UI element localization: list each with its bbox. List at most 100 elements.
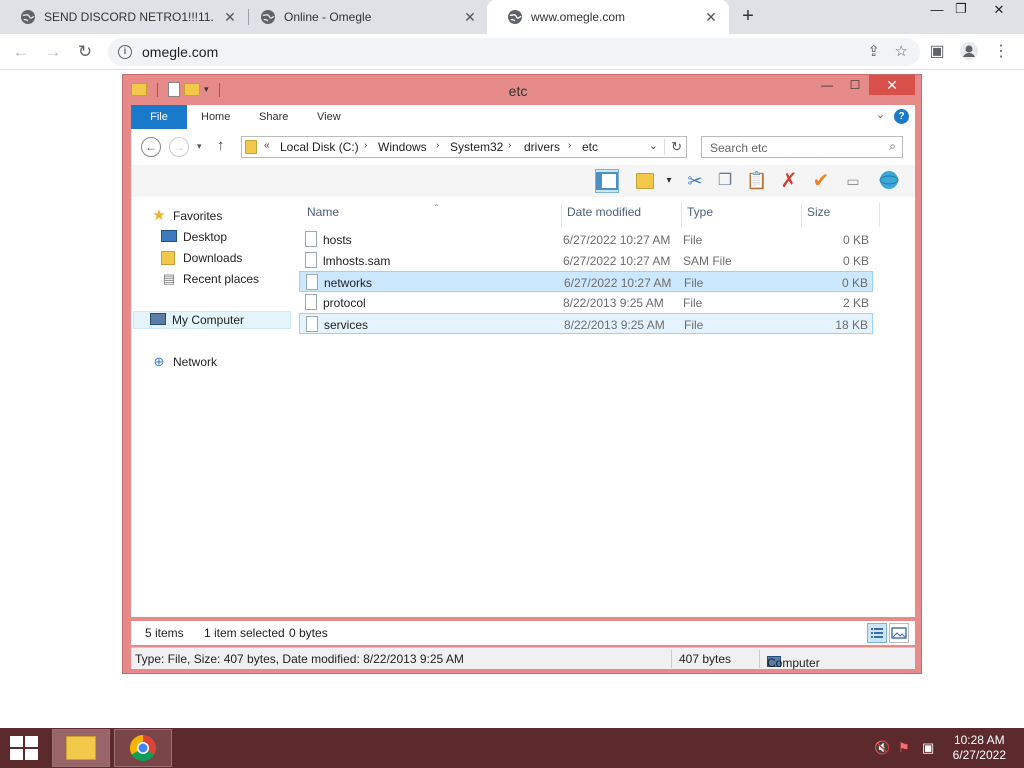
explorer-content: ★ Favorites Desktop Downloads ▤ Recent p…	[131, 197, 915, 617]
menu-kebab-icon[interactable]: ⋮	[990, 41, 1012, 63]
large-icons-view-button[interactable]	[889, 623, 909, 643]
file-size: 0 KB	[842, 254, 869, 268]
search-icon[interactable]: ⌕	[889, 139, 896, 154]
column-divider[interactable]	[879, 203, 880, 227]
globe-icon[interactable]	[877, 169, 901, 193]
file-row-selected[interactable]: networks 6/27/2022 10:27 AM File 0 KB	[299, 271, 873, 292]
taskbar-file-explorer[interactable]	[52, 729, 110, 767]
breadcrumb-drivers[interactable]: drivers	[524, 140, 560, 154]
up-arrow-icon[interactable]: ↑	[217, 137, 225, 154]
back-icon[interactable]: ←	[141, 137, 161, 157]
back-arrow-icon[interactable]: ←	[10, 41, 32, 63]
explorer-address-bar[interactable]: « Local Disk (C:) › Windows › System32 ›…	[241, 136, 687, 158]
tab-file[interactable]: File	[131, 105, 187, 129]
help-icon[interactable]: ?	[894, 109, 909, 124]
chevron-right-icon[interactable]: ›	[508, 140, 511, 151]
paste-clipboard-icon[interactable]: 📋	[745, 169, 769, 193]
copy-icon[interactable]: ❐	[713, 169, 737, 193]
details-view-button[interactable]	[867, 623, 887, 643]
file-date: 6/27/2022 10:27 AM	[564, 276, 672, 290]
browser-tab-omegle[interactable]: Online - Omegle ✕	[240, 0, 488, 34]
side-panel-icon[interactable]: ▣	[926, 41, 948, 63]
search-box[interactable]: Search etc ⌕	[701, 136, 903, 158]
taskbar-chrome[interactable]	[114, 729, 172, 767]
expand-ribbon-icon[interactable]: ⌄	[876, 108, 885, 121]
file-row[interactable]: hosts 6/27/2022 10:27 AM File 0 KB	[299, 229, 873, 250]
forward-arrow-icon[interactable]: →	[42, 41, 64, 63]
new-tab-button[interactable]: +	[738, 6, 758, 26]
file-row[interactable]: protocol 8/22/2013 9:25 AM File 2 KB	[299, 292, 873, 313]
maximize-icon[interactable]: ☐	[841, 75, 869, 95]
site-info-icon[interactable]: i	[118, 45, 132, 59]
recent-locations-icon[interactable]: ▾	[197, 141, 202, 152]
file-row[interactable]: lmhosts.sam 6/27/2022 10:27 AM SAM File …	[299, 250, 873, 271]
column-size[interactable]: Size	[807, 205, 830, 225]
recent-places-icon: ▤	[162, 271, 176, 286]
address-dropdown-icon[interactable]: ⌄	[649, 139, 658, 152]
bookmark-star-icon[interactable]: ☆	[895, 42, 908, 60]
nav-downloads[interactable]: Downloads	[161, 249, 242, 267]
nav-recent-places[interactable]: ▤ Recent places	[161, 270, 259, 288]
reload-icon[interactable]: ↻	[74, 41, 96, 63]
tab-title: SEND DISCORD NETRO1!!!11.png	[44, 10, 214, 24]
share-icon[interactable]: ⇪	[867, 42, 880, 60]
tab-title: www.omegle.com	[531, 10, 626, 24]
forward-icon[interactable]: →	[169, 137, 189, 157]
file-explorer-window: ▾ etc — ☐ ✕ File Home Share View ⌄ ? ← →…	[122, 74, 922, 674]
column-date-modified[interactable]: Date modified	[567, 205, 641, 225]
cut-scissors-icon[interactable]: ✂	[683, 169, 707, 193]
browser-tab-omegle-active[interactable]: www.omegle.com ✕	[487, 0, 729, 34]
restore-icon[interactable]: ❐	[946, 1, 976, 21]
rename-icon[interactable]: ▭	[841, 169, 865, 193]
globe-icon	[261, 10, 275, 24]
tab-view[interactable]: View	[303, 105, 355, 129]
close-icon[interactable]: ✕	[869, 75, 915, 95]
chevron-right-icon[interactable]: ›	[436, 140, 439, 151]
status-divider	[759, 650, 760, 668]
folder-check-icon	[636, 173, 654, 189]
address-bar[interactable]: i omegle.com ⇪ ☆	[108, 38, 920, 66]
breadcrumb-overflow[interactable]: «	[264, 140, 270, 151]
file-type: File	[683, 296, 703, 310]
breadcrumb-local-disk[interactable]: Local Disk (C:)	[280, 140, 359, 154]
minimize-icon[interactable]: —	[813, 75, 841, 95]
network-tray-icon[interactable]: ▣	[922, 740, 934, 756]
navigation-pane: ★ Favorites Desktop Downloads ▤ Recent p…	[131, 197, 293, 617]
tab-share[interactable]: Share	[245, 105, 302, 129]
nav-desktop[interactable]: Desktop	[161, 228, 227, 246]
breadcrumb-etc[interactable]: etc	[582, 140, 598, 154]
open-folder-button[interactable]	[633, 169, 657, 193]
volume-muted-icon[interactable]: 🔇	[874, 740, 890, 756]
nav-network[interactable]: ⊕ Network	[151, 353, 217, 371]
column-name[interactable]: Name ⌃	[307, 203, 440, 225]
dropdown-icon[interactable]: ▾	[657, 169, 681, 193]
start-button[interactable]	[10, 736, 38, 760]
column-divider[interactable]	[801, 203, 802, 227]
column-divider[interactable]	[561, 203, 562, 227]
check-icon[interactable]: ✔	[809, 169, 833, 193]
taskbar: 🔇 ⚑ ▣ 10:28 AM 6/27/2022	[0, 728, 1024, 768]
close-tab-icon[interactable]: ✕	[703, 9, 719, 26]
preview-pane-button[interactable]	[595, 169, 619, 193]
refresh-icon[interactable]: ↻	[664, 139, 682, 155]
breadcrumb-windows[interactable]: Windows	[378, 140, 427, 154]
profile-avatar-icon[interactable]	[958, 41, 980, 63]
close-window-icon[interactable]: ✕	[984, 2, 1014, 22]
explorer-title-bar[interactable]: ▾ etc — ☐ ✕	[123, 75, 921, 105]
file-row-hover[interactable]: services 8/22/2013 9:25 AM File 18 KB	[299, 313, 873, 334]
browser-tab-discord[interactable]: SEND DISCORD NETRO1!!!11.png ✕	[0, 0, 248, 34]
clock-time: 10:28 AM	[953, 733, 1005, 747]
close-tab-icon[interactable]: ✕	[222, 9, 238, 26]
nav-my-computer[interactable]: My Computer	[133, 311, 291, 329]
chevron-right-icon[interactable]: ›	[364, 140, 367, 151]
nav-favorites[interactable]: ★ Favorites	[151, 207, 222, 225]
action-center-flag-icon[interactable]: ⚑	[898, 740, 910, 756]
close-tab-icon[interactable]: ✕	[462, 9, 478, 26]
breadcrumb-system32[interactable]: System32	[450, 140, 503, 154]
chevron-right-icon[interactable]: ›	[568, 140, 571, 151]
column-divider[interactable]	[681, 203, 682, 227]
system-clock[interactable]: 10:28 AM 6/27/2022	[953, 733, 1006, 763]
column-type[interactable]: Type	[687, 205, 713, 225]
tab-home[interactable]: Home	[187, 105, 244, 129]
delete-x-icon[interactable]: ✗	[777, 169, 801, 193]
